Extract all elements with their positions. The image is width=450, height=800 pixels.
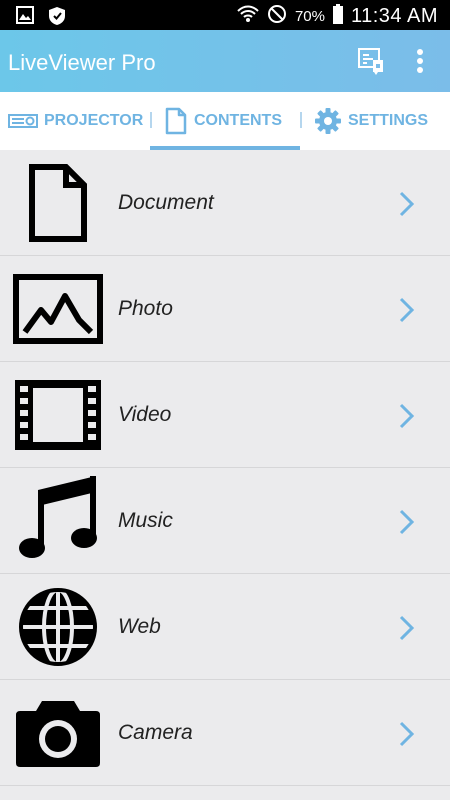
chevron-right-icon — [399, 403, 415, 429]
list-item-web[interactable]: Web — [0, 574, 450, 680]
photo-icon — [12, 268, 104, 350]
list-item-label: Web — [118, 615, 161, 638]
shield-notification-icon — [48, 6, 66, 31]
tab-settings[interactable]: SETTINGS — [314, 92, 428, 150]
camera-icon — [12, 692, 104, 774]
tab-divider — [300, 112, 302, 128]
cast-button[interactable] — [356, 46, 386, 76]
list-item-document[interactable]: Document — [0, 150, 450, 256]
status-bar: 70% 11:34 AM — [0, 0, 450, 30]
chevron-right-icon — [399, 191, 415, 217]
tab-divider — [150, 112, 152, 128]
tab-contents[interactable]: CONTENTS — [164, 92, 282, 150]
music-note-icon — [12, 476, 104, 562]
more-vert-icon — [417, 49, 423, 73]
tab-bar: PROJECTOR CONTENTS SETTINGS — [0, 92, 450, 150]
tab-projector-label: PROJECTOR — [44, 112, 144, 129]
status-time: 11:34 AM — [350, 4, 438, 27]
battery-percent: 70% — [294, 7, 325, 25]
tab-projector[interactable]: PROJECTOR — [8, 92, 143, 150]
app-title: LiveViewer Pro — [8, 50, 156, 75]
list-item-photo[interactable]: Photo — [0, 256, 450, 362]
tab-settings-label: SETTINGS — [348, 112, 429, 129]
list-item-label: Document — [118, 191, 214, 214]
chevron-right-icon — [399, 509, 415, 535]
more-options-button[interactable] — [408, 44, 432, 78]
list-item-label: Video — [118, 403, 172, 426]
projector-icon — [8, 114, 38, 128]
list-item-music[interactable]: Music — [0, 468, 450, 574]
list-item-video[interactable]: Video — [0, 362, 450, 468]
globe-icon — [12, 586, 104, 668]
chevron-right-icon — [399, 615, 415, 641]
battery-icon — [332, 4, 343, 28]
tab-contents-label: CONTENTS — [194, 112, 282, 129]
file-icon — [165, 107, 187, 135]
screen-share-icon — [358, 48, 383, 75]
gallery-notification-icon — [16, 6, 34, 31]
list-item-camera[interactable]: Camera — [0, 680, 450, 786]
chevron-right-icon — [399, 721, 415, 747]
chevron-right-icon — [399, 297, 415, 323]
do-not-disturb-icon — [267, 4, 287, 28]
document-icon — [12, 162, 104, 244]
list-item-label: Music — [118, 509, 173, 532]
wifi-icon — [237, 4, 259, 28]
app-bar: LiveViewer Pro — [0, 30, 450, 92]
film-icon — [12, 374, 104, 456]
list-item-label: Camera — [118, 721, 193, 744]
gear-icon — [315, 108, 341, 134]
content-type-list: Document Photo Video Music Web Camera — [0, 150, 450, 786]
list-item-label: Photo — [118, 297, 173, 320]
